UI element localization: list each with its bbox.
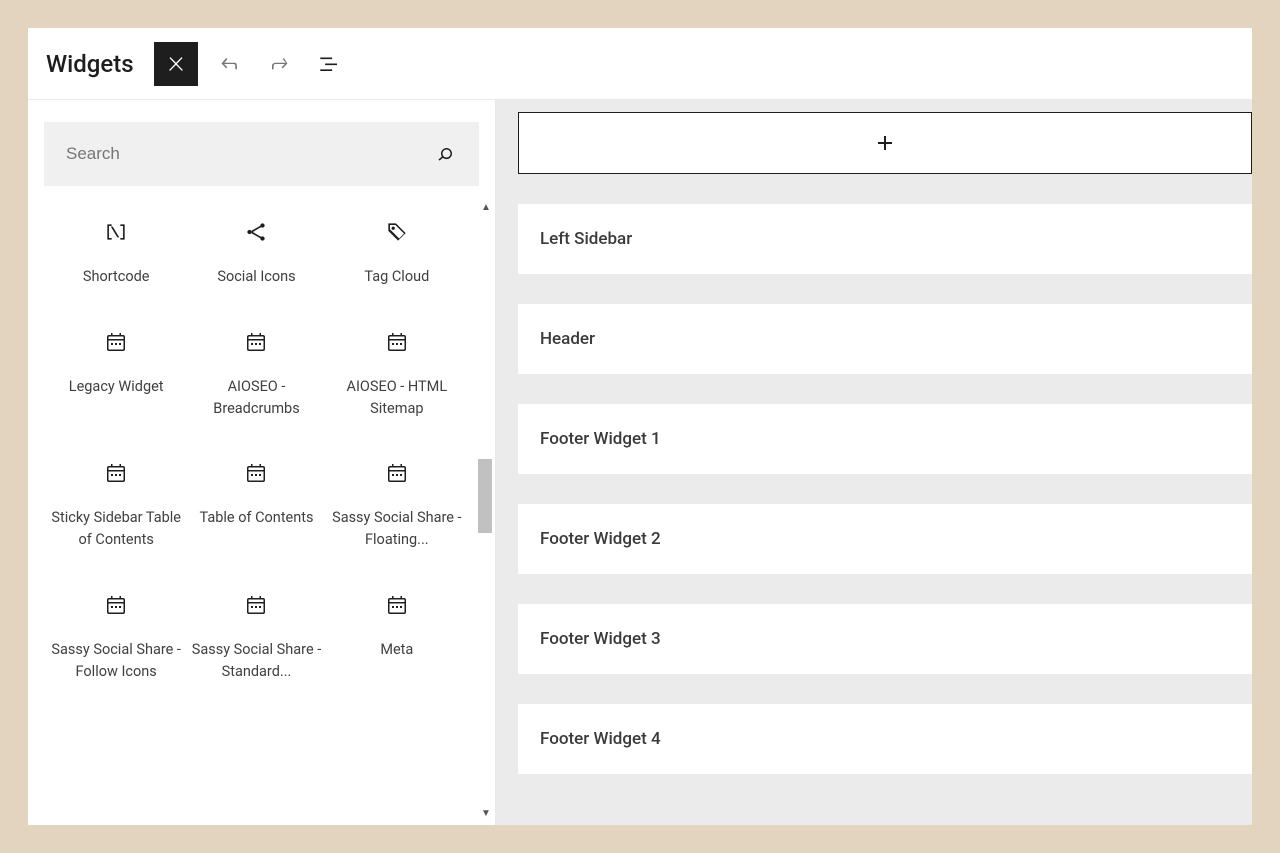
list-view-icon	[317, 51, 343, 77]
widget-area[interactable]: Footer Widget 3	[518, 604, 1252, 674]
top-bar: Widgets	[28, 28, 1252, 100]
block-item-label: Sticky Sidebar Table of Contents	[50, 507, 182, 551]
close-icon	[165, 53, 187, 75]
list-view-button[interactable]	[312, 46, 348, 82]
redo-icon	[267, 51, 293, 77]
body: Shortcode Social Icons Tag Cloud Legacy Wid…	[28, 100, 1252, 825]
calendar-icon	[244, 453, 268, 493]
widget-area[interactable]: Footer Widget 4	[518, 704, 1252, 774]
widget-area[interactable]: Left Sidebar	[518, 204, 1252, 274]
block-item[interactable]: Meta	[327, 581, 467, 687]
block-item-label: AIOSEO - HTML Sitemap	[331, 376, 463, 420]
scroll-up-arrow-icon[interactable]: ▲	[481, 196, 491, 219]
plus-icon	[873, 131, 897, 155]
block-item[interactable]: AIOSEO - Breadcrumbs	[186, 318, 326, 424]
block-item-label: Sassy Social Share - Follow Icons	[50, 639, 182, 683]
widget-area[interactable]: Footer Widget 2	[518, 504, 1252, 574]
share-icon	[243, 212, 269, 252]
block-item[interactable]: Table of Contents	[186, 449, 326, 555]
block-item-label: Sassy Social Share - Standard...	[190, 639, 322, 683]
undo-icon	[217, 51, 243, 77]
shortcode-icon	[103, 212, 129, 252]
block-item[interactable]: Sticky Sidebar Table of Contents	[46, 449, 186, 555]
widgets-app: Widgets ShortcodeSocial Ic	[28, 28, 1252, 825]
block-item[interactable]: Tag Cloud	[327, 208, 467, 292]
block-item-label: Sassy Social Share - Floating...	[331, 507, 463, 551]
block-grid: Shortcode Social Icons Tag Cloud Legacy Wid…	[28, 196, 477, 825]
scroll-thumb[interactable]	[478, 459, 492, 533]
search-wrap	[28, 100, 495, 196]
calendar-icon	[385, 453, 409, 493]
calendar-icon	[244, 585, 268, 625]
widget-area[interactable]: Header	[518, 304, 1252, 374]
block-item-label: Table of Contents	[200, 507, 314, 529]
block-item-label: Tag Cloud	[364, 266, 429, 288]
block-inserter-sidebar: Shortcode Social Icons Tag Cloud Legacy Wid…	[28, 100, 496, 825]
tag-icon	[384, 212, 410, 252]
calendar-icon	[104, 585, 128, 625]
calendar-icon	[244, 322, 268, 362]
calendar-icon	[104, 322, 128, 362]
block-item-label: AIOSEO - Breadcrumbs	[190, 376, 322, 420]
search-field-wrap	[44, 122, 479, 186]
scrollbar[interactable]: ▲ ▼	[477, 196, 495, 825]
search-icon	[433, 142, 457, 166]
close-inserter-button[interactable]	[154, 42, 198, 86]
redo-button[interactable]	[262, 46, 298, 82]
undo-button[interactable]	[212, 46, 248, 82]
calendar-icon	[385, 322, 409, 362]
widget-area[interactable]: Footer Widget 1	[518, 404, 1252, 474]
add-block-button[interactable]	[518, 112, 1252, 174]
block-item[interactable]: Social Icons	[186, 208, 326, 292]
search-input[interactable]	[66, 144, 433, 164]
block-item-label: Legacy Widget	[69, 376, 164, 398]
block-list: Shortcode Social Icons Tag Cloud Legacy Wid…	[28, 196, 495, 825]
calendar-icon	[385, 585, 409, 625]
block-item-label: Social Icons	[217, 266, 295, 288]
block-item[interactable]: Sassy Social Share - Follow Icons	[46, 581, 186, 687]
widget-areas-panel: Left Sidebar Header Footer Widget 1 Footer …	[496, 100, 1252, 825]
block-item[interactable]: AIOSEO - HTML Sitemap	[327, 318, 467, 424]
block-item-label: Meta	[380, 639, 413, 661]
block-item-label: Shortcode	[83, 266, 150, 288]
block-item[interactable]: Sassy Social Share - Floating...	[327, 449, 467, 555]
scroll-down-arrow-icon[interactable]: ▼	[481, 802, 491, 825]
add-block-area	[518, 112, 1252, 174]
calendar-icon	[104, 453, 128, 493]
block-item[interactable]: Shortcode	[46, 208, 186, 292]
page-title: Widgets	[46, 50, 134, 78]
scroll-track[interactable]	[477, 219, 495, 802]
block-item[interactable]: Legacy Widget	[46, 318, 186, 424]
block-item[interactable]: Sassy Social Share - Standard...	[186, 581, 326, 687]
